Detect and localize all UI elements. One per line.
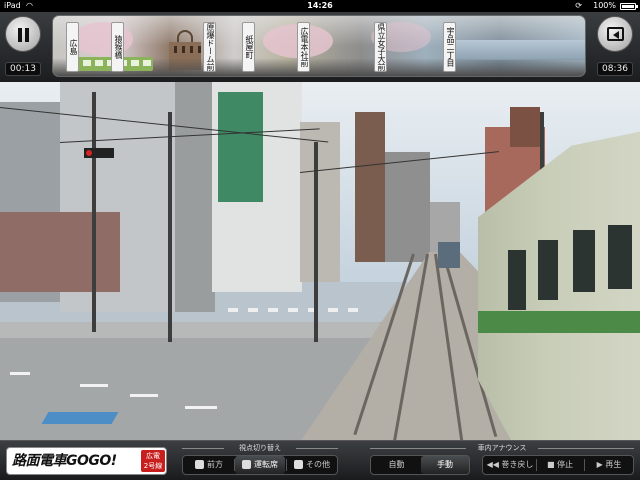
stop-button[interactable]: ■ 停止 [537,456,583,474]
view-switch-label: 視点切り替え [182,443,338,453]
battery-icon [620,3,638,10]
status-time: 14:26 [307,1,333,10]
stop-sign[interactable]: 県立女子大前 [374,22,387,72]
stop-sign[interactable]: 紙屋町 [242,22,255,72]
stop-sign[interactable]: 広電本社前 [297,22,310,72]
bottom-control-bar: 路面電車GOGO! 広電 2号線 視点切り替え 前方 運転席 その他 車内アナウ… [0,440,640,480]
pause-button[interactable] [5,16,41,52]
badge-line1: 広電 [146,452,160,460]
announce-playback-control: ◀◀ 巻き戻し ■ 停止 ▶ 再生 [482,455,634,475]
rewind-icon: ◀◀ [486,460,499,469]
tram-video-view[interactable] [0,82,640,440]
rewind-button[interactable]: ◀◀ 巻き戻し [485,456,535,474]
elapsed-time: 00:13 [5,62,41,76]
view-front-button[interactable]: 前方 [185,456,233,474]
announce-auto-button[interactable]: 自動 [373,456,420,474]
announce-mode-control: 自動 手動 [370,455,470,475]
front-view-icon [195,460,204,469]
announce-manual-button[interactable]: 手動 [421,456,469,474]
stop-sign[interactable]: 原爆ドーム前 [203,22,216,72]
view-driver-button[interactable]: 運転席 [235,456,285,474]
other-view-icon [294,460,303,469]
rotation-lock-icon: ⟳ [575,1,582,10]
line-badge: 広電 2号線 [141,450,165,472]
announce-label: 車内アナウンス [370,443,634,453]
play-icon: ▶ [596,460,603,469]
stop-sign[interactable]: 広島 [66,22,79,72]
exit-button[interactable] [597,16,633,52]
stop-sign[interactable]: 宇品二丁目 [443,22,456,72]
status-bar: iPad ◠ 14:26 ⟳ 100% [0,0,640,12]
view-switch-control: 前方 運転席 その他 [182,455,338,475]
play-button[interactable]: ▶ 再生 [585,456,633,474]
exit-icon [607,27,624,41]
remaining-time: 08:36 [597,62,633,76]
tram-position-icon [67,57,153,71]
badge-line2: 2号線 [143,462,163,470]
route-strip[interactable]: 広島 猿猴橋 原爆ドーム前 紙屋町 広電本社前 県立女子大前 宇品二丁目 [52,15,586,77]
pause-icon [18,28,22,42]
top-control-panel: 00:13 広島 猿猴橋 原爆ドーム前 紙屋町 広電本社前 県立女子大前 宇品二… [0,12,640,82]
battery-percent: 100% [593,1,616,10]
app-logo: 路面電車GOGO! 広電 2号線 [6,447,167,475]
view-other-button[interactable]: その他 [287,456,337,474]
logo-title: 路面電車GOGO! [12,453,117,469]
stop-sign[interactable]: 猿猴橋 [111,22,124,72]
stop-icon: ■ [546,460,555,469]
driver-icon [242,460,251,469]
